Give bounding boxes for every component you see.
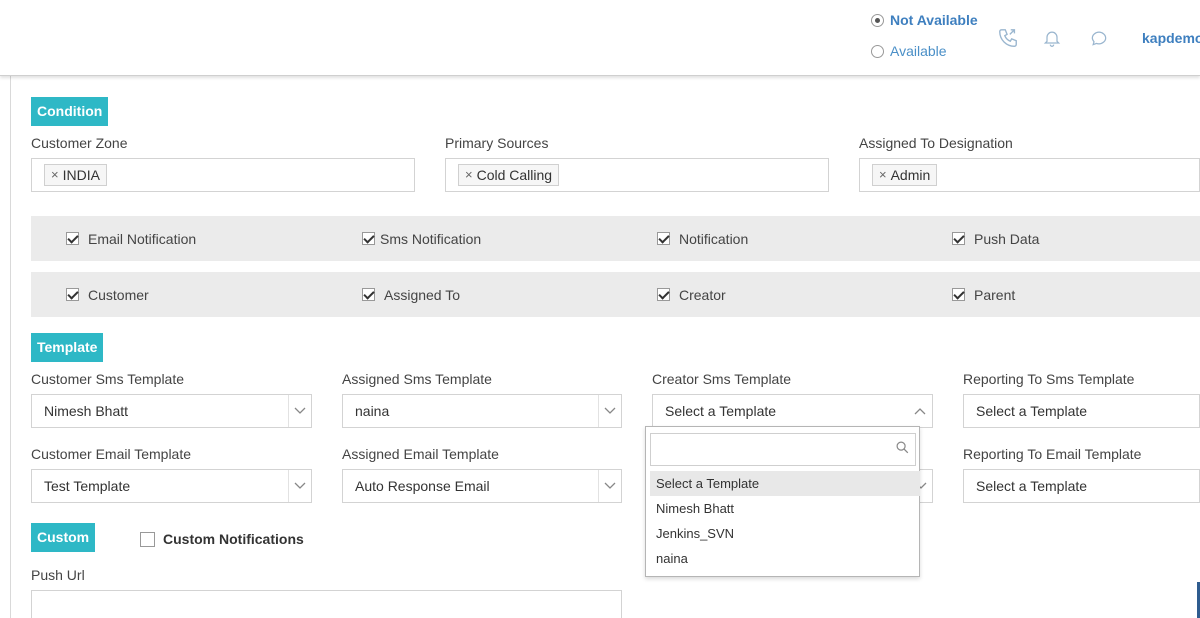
checkbox[interactable] — [66, 288, 79, 301]
checkbox[interactable] — [66, 232, 79, 245]
reporting-to-sms-template-select[interactable]: Select a Template — [963, 394, 1200, 428]
select-value: naina — [355, 403, 390, 419]
select-value: Auto Response Email — [355, 478, 490, 494]
checkbox[interactable] — [362, 288, 375, 301]
condition-section-tag: Condition — [31, 97, 109, 126]
chip: × Cold Calling — [458, 164, 560, 186]
dropdown-option[interactable]: Jenkins_SVN — [650, 521, 920, 546]
remove-chip-icon[interactable]: × — [465, 165, 473, 185]
check-label: Email Notification — [88, 230, 197, 247]
chat-icon[interactable] — [1088, 27, 1110, 49]
customer-email-template-label: Customer Email Template — [31, 446, 192, 462]
recipient-checks-row: Customer Assigned To Creator Parent — [31, 272, 1200, 317]
check-email-notification[interactable]: Email Notification — [66, 216, 196, 261]
customer-sms-template-label: Customer Sms Template — [31, 371, 185, 387]
check-customer[interactable]: Customer — [66, 272, 149, 317]
assigned-email-template-select[interactable]: Auto Response Email — [342, 469, 622, 503]
assigned-email-template-label: Assigned Email Template — [342, 446, 499, 462]
chip-label: Cold Calling — [476, 167, 553, 183]
status-label: Available — [890, 43, 947, 59]
primary-sources-label: Primary Sources — [445, 135, 549, 151]
check-label: Creator — [679, 286, 726, 303]
template-dropdown: Select a Template Nimesh Bhatt Jenkins_S… — [645, 426, 920, 577]
select-value: Nimesh Bhatt — [44, 403, 129, 419]
chevron-down-icon — [288, 470, 310, 502]
top-bar: Not Available Available kapdemo — [0, 0, 1200, 76]
assigned-sms-template-select[interactable]: naina — [342, 394, 622, 428]
remove-chip-icon[interactable]: × — [879, 165, 887, 185]
select-value: Select a Template — [976, 403, 1088, 419]
check-label: Customer — [88, 286, 149, 303]
status-not-available[interactable]: Not Available — [871, 12, 978, 28]
assigned-to-designation-label: Assigned To Designation — [859, 135, 1013, 151]
radio-available[interactable] — [871, 44, 884, 58]
assigned-sms-template-label: Assigned Sms Template — [342, 371, 492, 387]
status-label: Not Available — [890, 12, 978, 28]
checkbox[interactable] — [657, 288, 670, 301]
customer-zone-label: Customer Zone — [31, 135, 128, 151]
check-notification[interactable]: Notification — [657, 216, 748, 261]
customer-zone-field[interactable]: × INDIA — [31, 158, 415, 192]
customer-email-template-select[interactable]: Test Template — [31, 469, 312, 503]
user-name[interactable]: kapdemo — [1142, 30, 1200, 46]
check-label: Sms Notification — [380, 230, 482, 247]
dropdown-option[interactable]: Select a Template — [650, 471, 920, 496]
chip: × INDIA — [44, 164, 107, 186]
select-value: Select a Template — [665, 403, 777, 419]
template-section-tag: Template — [31, 333, 104, 362]
dropdown-option[interactable]: Nimesh Bhatt — [650, 496, 920, 521]
reporting-to-email-template-select[interactable]: Select a Template — [963, 469, 1200, 503]
select-value: Select a Template — [976, 478, 1088, 494]
check-label: Custom Notifications — [163, 531, 304, 547]
remove-chip-icon[interactable]: × — [51, 165, 59, 185]
assigned-to-designation-field[interactable]: × Admin — [859, 158, 1200, 192]
check-label: Push Data — [974, 230, 1040, 247]
check-parent[interactable]: Parent — [952, 272, 1015, 317]
dropdown-search-input[interactable] — [650, 433, 916, 466]
check-creator[interactable]: Creator — [657, 272, 726, 317]
chip: × Admin — [872, 164, 938, 186]
push-url-input[interactable] — [31, 590, 622, 618]
check-label: Notification — [679, 230, 749, 247]
check-label: Parent — [974, 286, 1016, 303]
push-url-label: Push Url — [31, 567, 85, 583]
chevron-down-icon — [598, 470, 620, 502]
check-push-data[interactable]: Push Data — [952, 216, 1039, 261]
check-sms-notification[interactable]: Sms Notification — [362, 216, 481, 261]
status-available[interactable]: Available — [871, 43, 947, 59]
checkbox[interactable] — [140, 531, 155, 547]
chevron-up-icon — [909, 395, 931, 427]
reporting-to-email-template-label: Reporting To Email Template — [963, 446, 1142, 462]
chevron-down-icon — [598, 395, 620, 427]
customer-sms-template-select[interactable]: Nimesh Bhatt — [31, 394, 312, 428]
select-value: Test Template — [44, 478, 131, 494]
custom-section-tag: Custom — [31, 523, 96, 552]
radio-not-available[interactable] — [871, 13, 884, 27]
chip-label: Admin — [890, 167, 931, 183]
phone-icon[interactable] — [997, 27, 1019, 49]
creator-sms-template-select[interactable]: Select a Template — [652, 394, 933, 428]
custom-notifications-check[interactable]: Custom Notifications — [140, 531, 304, 547]
notification-checks-row: Email Notification Sms Notification Noti… — [31, 216, 1200, 261]
check-assigned-to[interactable]: Assigned To — [362, 272, 460, 317]
creator-sms-template-label: Creator Sms Template — [652, 371, 792, 387]
bell-icon[interactable] — [1041, 27, 1063, 49]
checkbox[interactable] — [952, 232, 965, 245]
checkbox[interactable] — [952, 288, 965, 301]
chevron-down-icon — [288, 395, 310, 427]
reporting-to-sms-template-label: Reporting To Sms Template — [963, 371, 1135, 387]
chip-label: INDIA — [62, 167, 100, 183]
primary-sources-field[interactable]: × Cold Calling — [445, 158, 829, 192]
search-icon — [896, 441, 909, 459]
content-left-border — [10, 76, 11, 618]
checkbox[interactable] — [657, 232, 670, 245]
checkbox[interactable] — [362, 232, 375, 245]
dropdown-option[interactable]: naina — [650, 546, 920, 571]
check-label: Assigned To — [384, 286, 461, 303]
